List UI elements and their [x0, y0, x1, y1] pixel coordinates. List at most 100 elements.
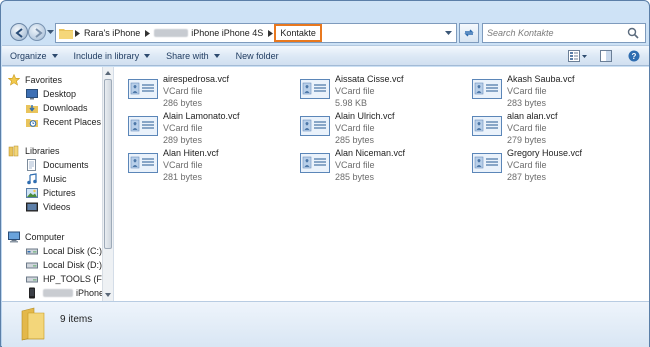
- vcard-icon: [128, 79, 158, 99]
- file-name: alan alan.vcf: [507, 111, 558, 121]
- file-item[interactable]: Alan Hiten.vcf VCard file 281 bytes: [128, 147, 293, 183]
- file-meta: Alain Ulrich.vcf VCard file 285 bytes: [335, 110, 395, 146]
- redacted-text: [154, 29, 189, 37]
- back-arrow-icon: [15, 28, 23, 38]
- recent-pages-dropdown-icon[interactable]: [47, 28, 54, 35]
- nav-favorites[interactable]: Favorites: [8, 73, 62, 87]
- scroll-thumb[interactable]: [104, 79, 112, 249]
- file-size: 285 bytes: [335, 172, 375, 182]
- breadcrumb-separator[interactable]: [143, 24, 151, 42]
- nav-item-documents[interactable]: Documents: [26, 158, 89, 172]
- chevron-down-icon: [144, 53, 151, 58]
- hard-drive-icon: [26, 248, 38, 255]
- chevron-right-icon: [144, 29, 150, 37]
- scroll-down-icon[interactable]: [104, 291, 112, 299]
- recent-places-icon: [26, 119, 38, 127]
- chevron-right-icon: [267, 29, 273, 37]
- preview-pane-icon: [600, 50, 612, 62]
- command-bar: Organize Include in library Share with N…: [2, 45, 649, 66]
- vcard-icon: [300, 116, 330, 136]
- file-type: VCard file: [335, 160, 375, 170]
- breadcrumb-device[interactable]: iPhone iPhone 4S: [151, 24, 266, 42]
- organize-menu[interactable]: Organize: [2, 46, 66, 65]
- videos-icon: [26, 202, 38, 212]
- file-item[interactable]: airespedrosa.vcf VCard file 286 bytes: [128, 73, 293, 109]
- nav-scrollbar[interactable]: [102, 67, 113, 301]
- file-item[interactable]: Aissata Cisse.vcf VCard file 5.98 KB: [300, 73, 465, 109]
- nav-libraries[interactable]: Libraries: [8, 144, 60, 158]
- share-with-label: Share with: [166, 50, 209, 61]
- address-dropdown-icon[interactable]: [445, 29, 452, 36]
- address-row: Rara's iPhone iPhone iPhone 4S Kontakte: [1, 1, 650, 45]
- search-icon[interactable]: [627, 27, 639, 39]
- nav-item-pictures[interactable]: Pictures: [26, 186, 76, 200]
- change-view-button[interactable]: [567, 47, 589, 65]
- file-size: 287 bytes: [507, 172, 547, 182]
- new-folder-button[interactable]: New folder: [228, 46, 287, 65]
- nav-item-iphone[interactable]: iPhone: [26, 286, 104, 300]
- breadcrumb-separator[interactable]: [73, 24, 81, 42]
- hard-drive-icon: [26, 262, 38, 269]
- refresh-button[interactable]: [459, 23, 479, 43]
- file-name: Alan Hiten.vcf: [163, 148, 219, 158]
- nav-label: Local Disk (D:): [43, 260, 103, 270]
- breadcrumb-separator[interactable]: [266, 24, 274, 42]
- file-type: VCard file: [335, 123, 375, 133]
- navigation-pane: Favorites Desktop Downloads Recent Place…: [2, 67, 113, 301]
- nav-item-hp-tools[interactable]: HP_TOOLS (F:): [26, 272, 107, 286]
- desktop-icon: [26, 89, 38, 100]
- file-item[interactable]: Gregory House.vcf VCard file 287 bytes: [472, 147, 637, 183]
- nav-label: Local Disk (C:): [43, 246, 103, 256]
- address-bar[interactable]: Rara's iPhone iPhone iPhone 4S Kontakte: [55, 23, 457, 43]
- nav-item-desktop[interactable]: Desktop: [26, 87, 76, 101]
- file-meta: Alan Niceman.vcf VCard file 285 bytes: [335, 147, 405, 183]
- new-folder-label: New folder: [235, 50, 279, 61]
- redacted-text: [43, 289, 73, 297]
- nav-label: Desktop: [43, 89, 77, 99]
- nav-item-recent-places[interactable]: Recent Places: [26, 115, 101, 129]
- forward-button[interactable]: [28, 23, 46, 41]
- nav-item-local-disk-c[interactable]: Local Disk (C:): [26, 244, 102, 258]
- file-name: Gregory House.vcf: [507, 148, 583, 158]
- view-controls: ?: [567, 47, 645, 65]
- include-in-library-label: Include in library: [73, 50, 140, 61]
- help-icon: ?: [628, 50, 640, 62]
- file-meta: Gregory House.vcf VCard file 287 bytes: [507, 147, 582, 183]
- nav-item-videos[interactable]: Videos: [26, 200, 70, 214]
- share-with-menu[interactable]: Share with: [158, 46, 228, 65]
- nav-label: Music: [43, 174, 67, 184]
- scroll-up-icon[interactable]: [104, 69, 112, 77]
- nav-label: Videos: [43, 202, 71, 212]
- back-button[interactable]: [10, 23, 28, 41]
- breadcrumb-iphone[interactable]: Rara's iPhone: [81, 24, 143, 42]
- file-item[interactable]: alan alan.vcf VCard file 279 bytes: [472, 110, 637, 146]
- svg-text:?: ?: [632, 52, 637, 61]
- search-box[interactable]: [482, 23, 646, 43]
- refresh-icon: [464, 29, 474, 37]
- nav-label: Pictures: [43, 188, 76, 198]
- file-meta: alan alan.vcf VCard file 279 bytes: [507, 110, 558, 146]
- file-meta: Alain Lamonato.vcf VCard file 289 bytes: [163, 110, 240, 146]
- include-in-library-menu[interactable]: Include in library: [66, 46, 159, 65]
- forward-arrow-icon: [35, 28, 43, 38]
- explorer-window: Rara's iPhone iPhone iPhone 4S Kontakte …: [0, 0, 650, 347]
- nav-item-downloads[interactable]: Downloads: [26, 101, 88, 115]
- nav-label: Recent Places: [43, 117, 102, 127]
- details-pane: 9 items: [2, 301, 649, 347]
- preview-pane-button[interactable]: [595, 47, 617, 65]
- file-item[interactable]: Alain Lamonato.vcf VCard file 289 bytes: [128, 110, 293, 146]
- file-item[interactable]: Alain Ulrich.vcf VCard file 285 bytes: [300, 110, 465, 146]
- folder-icon: [59, 29, 73, 39]
- search-input[interactable]: [483, 25, 627, 41]
- chevron-right-icon: [74, 29, 80, 37]
- file-meta: Akash Sauba.vcf VCard file 283 bytes: [507, 73, 575, 109]
- music-icon: [27, 173, 37, 185]
- breadcrumb-kontakte[interactable]: Kontakte: [274, 24, 322, 42]
- nav-item-music[interactable]: Music: [26, 172, 67, 186]
- file-item[interactable]: Alan Niceman.vcf VCard file 285 bytes: [300, 147, 465, 183]
- file-item[interactable]: Akash Sauba.vcf VCard file 283 bytes: [472, 73, 637, 109]
- nav-item-local-disk-d[interactable]: Local Disk (D:): [26, 258, 102, 272]
- help-button[interactable]: ?: [623, 47, 645, 65]
- vcard-icon: [128, 153, 158, 173]
- nav-computer[interactable]: Computer: [8, 230, 65, 244]
